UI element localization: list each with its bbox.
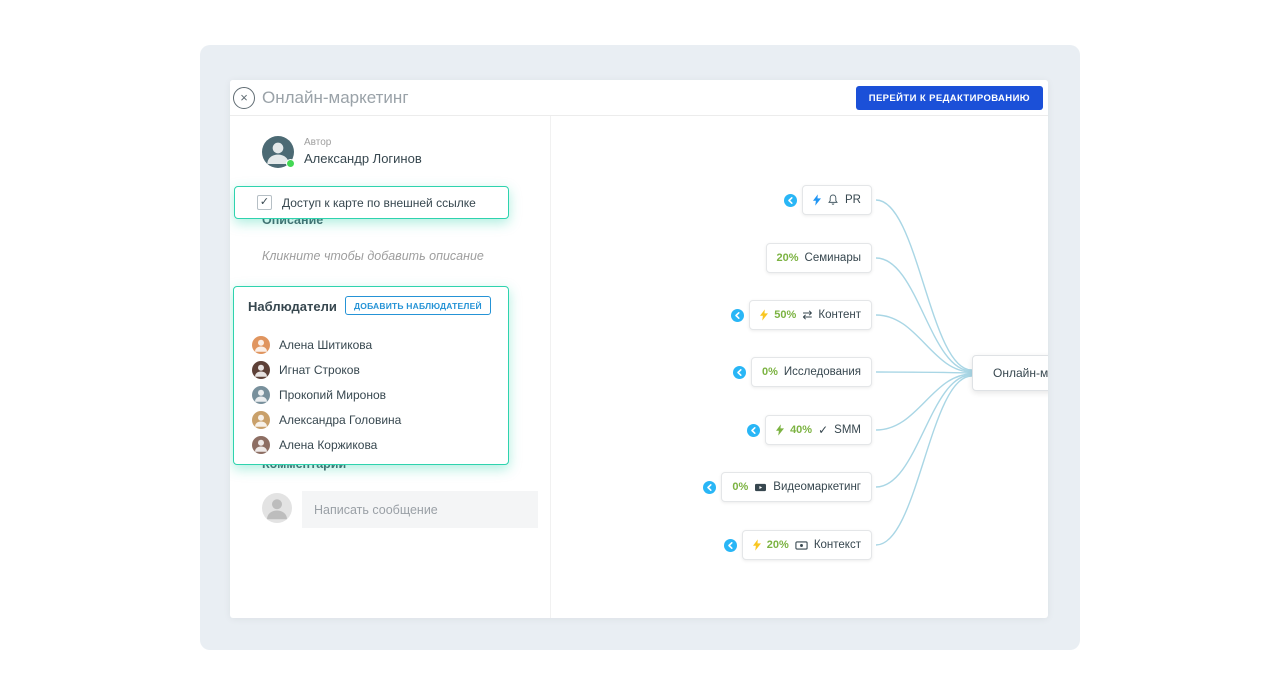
- observer-name: Игнат Строков: [279, 363, 360, 377]
- observer-name: Прокопий Миронов: [279, 388, 386, 402]
- observer-avatar: [252, 361, 270, 379]
- expand-branch-button[interactable]: [747, 424, 760, 437]
- map-root-node[interactable]: Онлайн-маркетинг: [972, 355, 1048, 391]
- page-title: Онлайн-маркетинг: [262, 88, 409, 108]
- map-node-box[interactable]: 0% Видеомаркетинг: [721, 472, 872, 502]
- external-link-access-card: ✓ Доступ к карте по внешней ссылке: [234, 186, 509, 219]
- observer-name: Александра Головина: [279, 413, 401, 427]
- observers-card: Наблюдатели ДОБАВИТЬ НАБЛЮДАТЕЛЕЙ Алена …: [233, 286, 509, 465]
- observers-label: Наблюдатели: [248, 299, 337, 314]
- video-icon: [754, 482, 767, 493]
- observer-avatar: [252, 411, 270, 429]
- map-node-box[interactable]: 0% Исследования: [751, 357, 872, 387]
- progress-percent: 0%: [732, 481, 748, 493]
- list-item[interactable]: Прокопий Миронов: [234, 382, 508, 407]
- current-user-avatar: [262, 493, 292, 523]
- expand-branch-button[interactable]: [784, 194, 797, 207]
- observer-avatar: [252, 386, 270, 404]
- banknote-icon: [795, 541, 808, 550]
- map-node-smm: 40% ✓ SMM: [747, 415, 872, 445]
- author-label: Автор: [304, 137, 331, 148]
- add-observers-button[interactable]: ДОБАВИТЬ НАБЛЮДАТЕЛЕЙ: [345, 296, 491, 315]
- node-label: Контекст: [814, 539, 861, 551]
- check-icon: ✓: [818, 424, 828, 436]
- go-to-edit-button[interactable]: ПЕРЕЙТИ К РЕДАКТИРОВАНИЮ: [856, 86, 1043, 110]
- modal-backdrop-card: × Онлайн-маркетинг ПЕРЕЙТИ К РЕДАКТИРОВА…: [200, 45, 1080, 650]
- progress-percent: 20%: [767, 539, 789, 551]
- observers-list: Алена Шитикова Игнат Строков Прокопий Ми…: [234, 332, 508, 457]
- progress-percent: 0%: [762, 366, 778, 378]
- map-node-box[interactable]: PR: [802, 185, 872, 215]
- external-link-checkbox-label[interactable]: Доступ к карте по внешней ссылке: [282, 196, 476, 210]
- expand-branch-button[interactable]: [703, 481, 716, 494]
- lightning-yellow-icon: [753, 539, 761, 551]
- map-node-research: 0% Исследования: [733, 357, 872, 387]
- map-node-box[interactable]: 50% ⇄ Контент: [749, 300, 872, 330]
- observer-name: Алена Коржикова: [279, 438, 377, 452]
- progress-percent: 40%: [790, 424, 812, 436]
- external-link-checkbox[interactable]: ✓: [257, 195, 272, 210]
- node-label: Семинары: [805, 252, 861, 264]
- list-item[interactable]: Алена Коржикова: [234, 432, 508, 457]
- map-node-pr: PR: [784, 185, 872, 215]
- root-label: Онлайн-маркетинг: [993, 366, 1048, 380]
- expand-branch-button[interactable]: [733, 366, 746, 379]
- online-status-dot: [286, 159, 295, 168]
- map-node-context: 20% Контекст: [724, 530, 872, 560]
- map-node-box[interactable]: 40% ✓ SMM: [765, 415, 872, 445]
- observer-avatar: [252, 336, 270, 354]
- expand-branch-button[interactable]: [724, 539, 737, 552]
- panel-header: × Онлайн-маркетинг ПЕРЕЙТИ К РЕДАКТИРОВА…: [230, 80, 1048, 116]
- node-label: SMM: [834, 424, 861, 436]
- expand-branch-button[interactable]: [731, 309, 744, 322]
- observer-avatar: [252, 436, 270, 454]
- node-label: Исследования: [784, 366, 861, 378]
- node-label: Контент: [818, 309, 861, 321]
- bell-icon: [827, 194, 839, 206]
- progress-percent: 20%: [777, 252, 799, 264]
- column-divider: [550, 116, 551, 618]
- comment-input[interactable]: [302, 491, 538, 528]
- close-icon[interactable]: ×: [233, 87, 255, 109]
- node-label: PR: [845, 194, 861, 206]
- map-node-box[interactable]: 20% Семинары: [766, 243, 872, 273]
- map-node-videomarketing: 0% Видеомаркетинг: [703, 472, 872, 502]
- author-name: Александр Логинов: [304, 151, 422, 166]
- list-item[interactable]: Александра Головина: [234, 407, 508, 432]
- list-item[interactable]: Алена Шитикова: [234, 332, 508, 357]
- list-item[interactable]: Игнат Строков: [234, 357, 508, 382]
- lightning-blue-icon: [813, 194, 821, 206]
- description-placeholder[interactable]: Кликните чтобы добавить описание: [262, 249, 484, 263]
- map-node-seminars: 20% Семинары: [766, 243, 872, 273]
- map-details-panel: × Онлайн-маркетинг ПЕРЕЙТИ К РЕДАКТИРОВА…: [230, 80, 1048, 618]
- swap-arrows-icon: ⇄: [802, 309, 812, 321]
- lightning-yellow-icon: [760, 309, 768, 321]
- progress-percent: 50%: [774, 309, 796, 321]
- lightning-green-icon: [776, 424, 784, 436]
- map-node-content: 50% ⇄ Контент: [731, 300, 872, 330]
- node-label: Видеомаркетинг: [773, 481, 861, 493]
- map-node-box[interactable]: 20% Контекст: [742, 530, 872, 560]
- observer-name: Алена Шитикова: [279, 338, 372, 352]
